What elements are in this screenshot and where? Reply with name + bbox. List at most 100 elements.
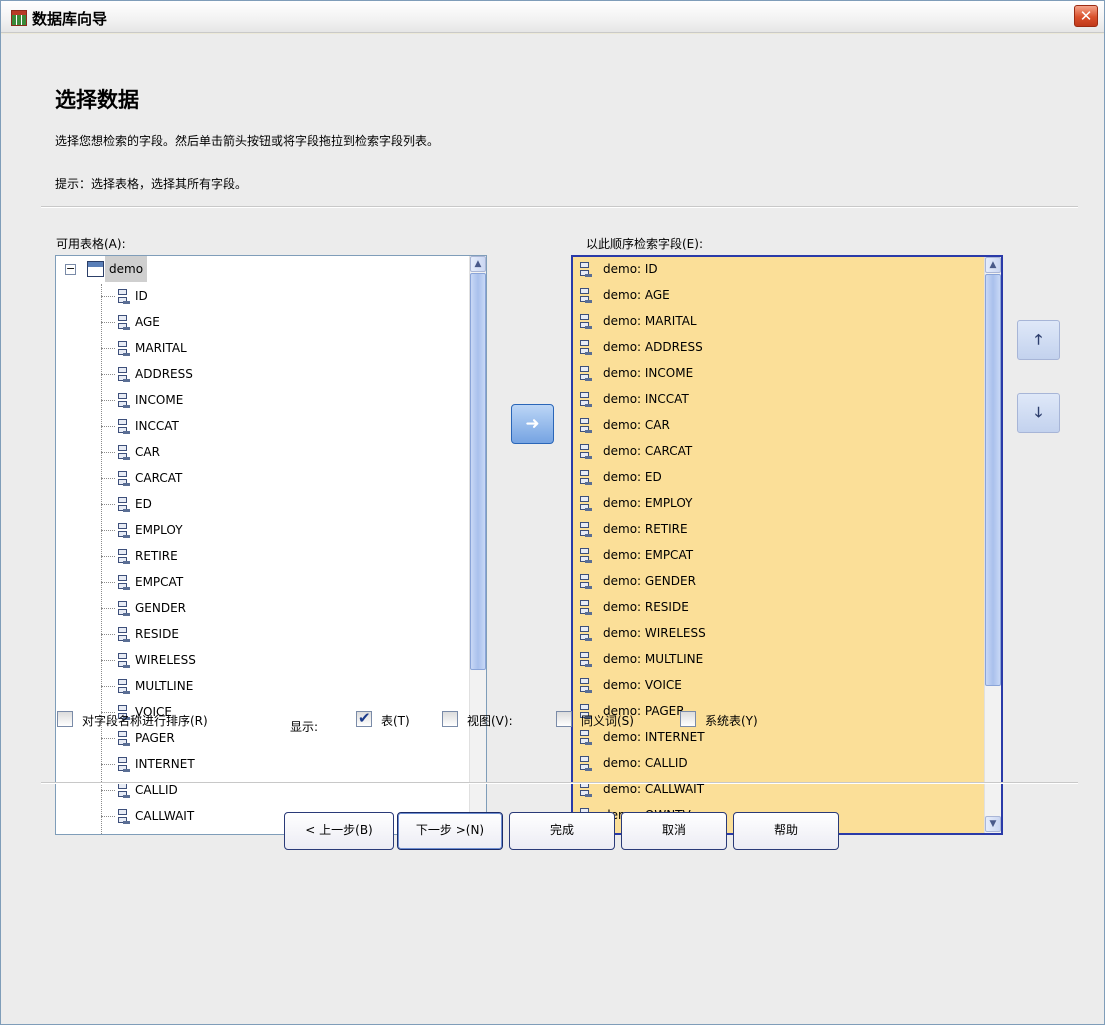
tree-node-label: demo <box>105 256 148 282</box>
field-icon <box>116 575 130 591</box>
selected-field-item[interactable]: demo: CALLID <box>573 750 981 776</box>
field-icon <box>116 549 130 565</box>
available-field-item[interactable]: CALLID <box>56 777 456 803</box>
move-down-button[interactable]: 🡓 <box>1017 393 1060 433</box>
field-label: demo: INCOME <box>603 366 694 380</box>
scroll-thumb[interactable] <box>985 274 1001 686</box>
display-views-checkbox[interactable] <box>442 711 458 727</box>
available-field-item[interactable]: ED <box>56 491 456 517</box>
available-field-item[interactable]: CAR <box>56 439 456 465</box>
available-field-item[interactable]: RESIDE <box>56 621 456 647</box>
selected-field-item[interactable]: demo: ED <box>573 464 981 490</box>
field-icon <box>116 757 130 773</box>
selected-field-item[interactable]: demo: RETIRE <box>573 516 981 542</box>
tree-connector <box>101 582 115 583</box>
field-icon <box>116 523 130 539</box>
selected-field-item[interactable]: demo: EMPLOY <box>573 490 981 516</box>
available-field-item[interactable]: INCCAT <box>56 413 456 439</box>
selected-field-item[interactable]: demo: GENDER <box>573 568 981 594</box>
field-icon <box>116 445 130 461</box>
selected-field-item[interactable]: demo: WIRELESS <box>573 620 981 646</box>
display-views-label: 视图(V): <box>467 714 513 728</box>
display-synonyms-checkbox[interactable] <box>556 711 572 727</box>
selected-field-item[interactable]: demo: INCOME <box>573 360 981 386</box>
scroll-down-button[interactable]: ▼ <box>985 816 1001 832</box>
move-to-selected-button[interactable]: ➜ <box>511 404 554 444</box>
selected-field-item[interactable]: demo: PAGER <box>573 698 981 724</box>
collapse-icon[interactable]: − <box>65 263 76 275</box>
available-field-item[interactable]: AGE <box>56 309 456 335</box>
available-field-item[interactable]: INCOME <box>56 387 456 413</box>
field-label: EMPCAT <box>135 575 184 589</box>
display-system-tables-checkbox[interactable] <box>680 711 696 727</box>
tree-connector <box>101 374 115 375</box>
selected-field-item[interactable]: demo: ADDRESS <box>573 334 981 360</box>
tree-connector <box>101 322 115 323</box>
available-field-item[interactable]: ADDRESS <box>56 361 456 387</box>
arrow-up-icon: 🡑 <box>1034 332 1043 348</box>
selected-field-item[interactable]: demo: INCCAT <box>573 386 981 412</box>
scroll-thumb[interactable] <box>470 273 486 670</box>
scroll-up-button[interactable]: ▲ <box>985 257 1001 273</box>
sort-fields-checkbox[interactable] <box>57 711 73 727</box>
field-icon <box>116 731 130 747</box>
available-field-item[interactable]: GENDER <box>56 595 456 621</box>
selected-field-item[interactable]: demo: ID <box>573 257 981 282</box>
tree-connector <box>101 790 115 791</box>
selected-field-item[interactable]: demo: EMPCAT <box>573 542 981 568</box>
next-button[interactable]: 下一步 >(N) <box>397 812 503 850</box>
close-button[interactable]: ✕ <box>1074 5 1098 27</box>
field-icon <box>578 678 592 694</box>
selected-field-item[interactable]: demo: CARCAT <box>573 438 981 464</box>
selected-field-item[interactable]: demo: INTERNET <box>573 724 981 750</box>
field-label: ADDRESS <box>135 367 193 381</box>
available-field-item[interactable]: CALLWAIT <box>56 803 456 829</box>
available-tables-list[interactable]: − demo ID AGE MARITAL ADDRESS INCOME INCCAT CA… <box>55 255 487 835</box>
field-label: INTERNET <box>135 757 195 771</box>
display-synonyms-label: 同义词(S) <box>581 714 634 728</box>
move-up-button[interactable]: 🡑 <box>1017 320 1060 360</box>
available-field-item[interactable]: EMPLOY <box>56 517 456 543</box>
available-scrollbar[interactable]: ▲ ▼ <box>469 256 486 834</box>
selected-field-item[interactable]: demo: AGE <box>573 282 981 308</box>
available-field-item[interactable]: CARCAT <box>56 465 456 491</box>
selected-field-item[interactable]: demo: VOICE <box>573 672 981 698</box>
field-label: demo: CAR <box>603 418 670 432</box>
scroll-up-button[interactable]: ▲ <box>470 256 486 272</box>
available-field-item[interactable]: MULTLINE <box>56 673 456 699</box>
finish-button[interactable]: 完成 <box>509 812 615 850</box>
available-field-item[interactable]: ID <box>56 283 456 309</box>
selected-fields-label: 以此顺序检索字段(E): <box>586 237 703 251</box>
table-icon <box>87 261 104 277</box>
selected-field-item[interactable]: demo: CAR <box>573 412 981 438</box>
selected-field-item[interactable]: demo: CALLWAIT <box>573 776 981 802</box>
tree-connector <box>101 504 115 505</box>
selected-scrollbar[interactable]: ▲ ▼ <box>984 257 1001 833</box>
help-button[interactable]: 帮助 <box>733 812 839 850</box>
available-field-item[interactable]: INTERNET <box>56 751 456 777</box>
available-field-item[interactable]: WIRELESS <box>56 647 456 673</box>
divider-bottom <box>41 782 1078 784</box>
selected-field-item[interactable]: demo: MARITAL <box>573 308 981 334</box>
selected-field-item[interactable]: demo: RESIDE <box>573 594 981 620</box>
field-label: RETIRE <box>135 549 178 563</box>
display-label: 显示: <box>290 720 319 734</box>
title-bar[interactable]: 数据库向导 ✕ <box>1 1 1104 33</box>
display-tables-checkbox[interactable] <box>356 709 372 727</box>
available-field-item[interactable]: MARITAL <box>56 335 456 361</box>
tree-connector <box>101 764 115 765</box>
tree-node-demo[interactable]: − demo <box>56 256 456 282</box>
back-button[interactable]: < 上一步(B) <box>284 812 394 850</box>
field-label: demo: MARITAL <box>603 314 697 328</box>
field-label: demo: RESIDE <box>603 600 689 614</box>
cancel-button[interactable]: 取消 <box>621 812 727 850</box>
available-field-item[interactable]: EMPCAT <box>56 569 456 595</box>
display-system-tables-label: 系统表(Y) <box>705 714 758 728</box>
selected-fields-list[interactable]: demo: ID demo: AGE demo: MARITAL demo: ADDR… <box>571 255 1003 835</box>
available-field-item[interactable]: RETIRE <box>56 543 456 569</box>
field-label: demo: MULTLINE <box>603 652 704 666</box>
field-label: demo: ED <box>603 470 662 484</box>
page-hint: 提示：选择表格，选择其所有字段。 <box>55 177 248 191</box>
field-label: demo: CARCAT <box>603 444 693 458</box>
selected-field-item[interactable]: demo: MULTLINE <box>573 646 981 672</box>
